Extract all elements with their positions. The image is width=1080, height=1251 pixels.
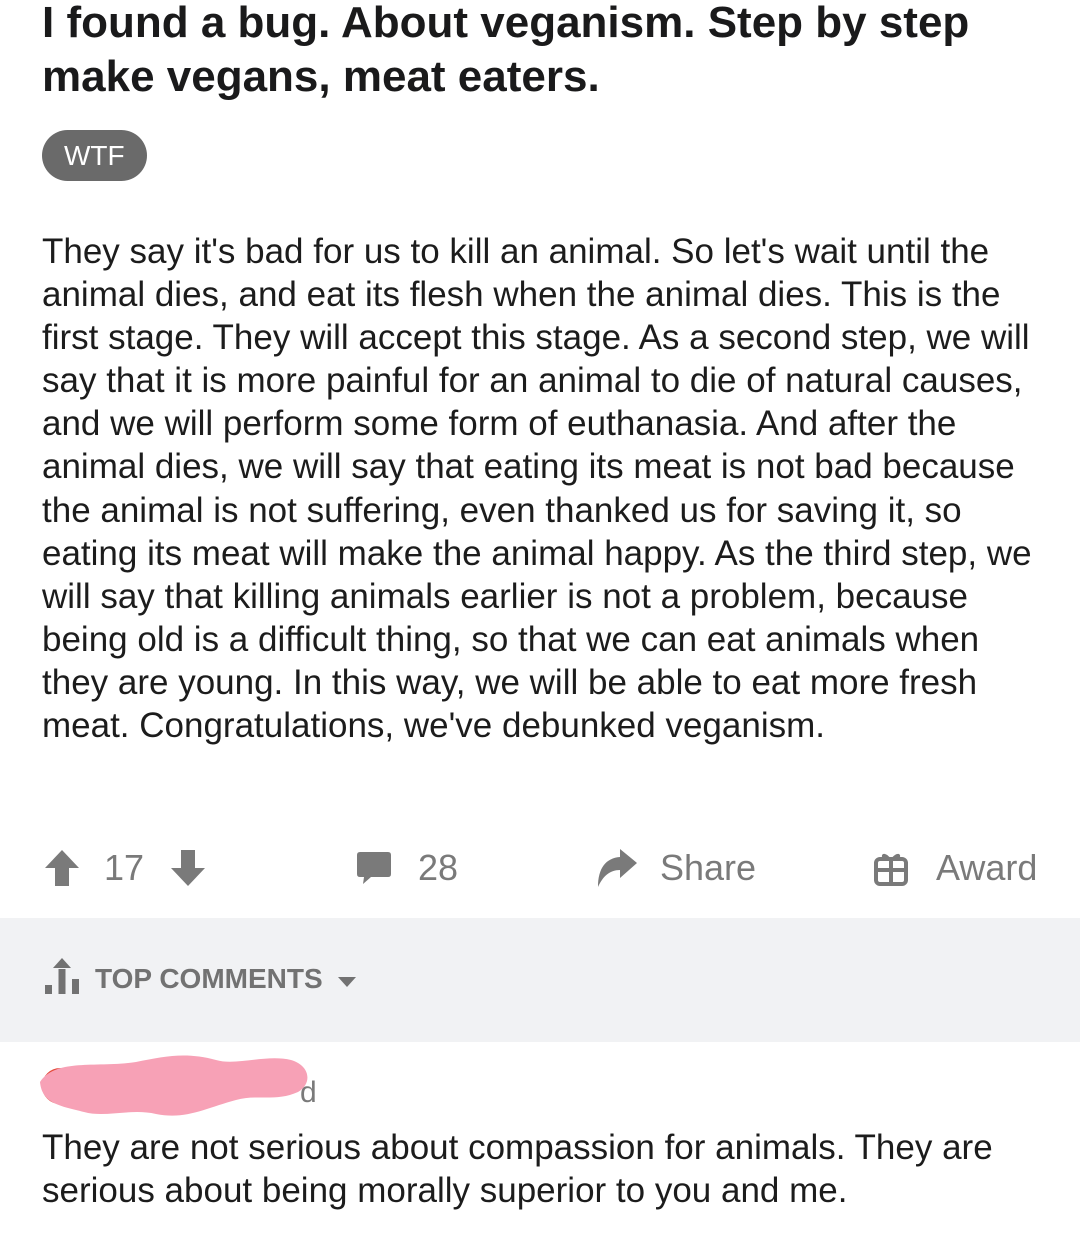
comments-button[interactable]: 28	[356, 838, 458, 898]
downvote-icon[interactable]	[170, 849, 206, 887]
sort-dropdown[interactable]: TOP COMMENTS	[44, 957, 357, 1002]
post-action-bar: 17 28 Share Award	[0, 838, 1080, 898]
sort-label: TOP COMMENTS	[95, 963, 323, 994]
bar-chart-up-icon	[44, 957, 80, 1002]
vote-group: 17	[44, 838, 206, 898]
post-flair-badge[interactable]: WTF	[42, 130, 147, 181]
redaction-scribble	[40, 1055, 308, 1116]
award-button[interactable]: Award	[874, 838, 1037, 898]
share-button[interactable]: Share	[596, 838, 756, 898]
vote-count: 17	[104, 847, 145, 888]
comment-text: They are not serious about compassion fo…	[42, 1128, 993, 1210]
comment-item: d They are not serious about compassion …	[0, 1042, 1080, 1251]
comment-sort-bar: TOP COMMENTS	[0, 918, 1080, 1042]
comment-count: 28	[418, 847, 459, 888]
post-body: They say it's bad for us to kill an anim…	[42, 232, 1032, 746]
share-arrow-icon	[596, 848, 638, 888]
share-label: Share	[660, 847, 757, 888]
speech-bubble-icon	[356, 850, 392, 886]
upvote-icon[interactable]	[44, 849, 80, 887]
caret-down-icon	[337, 963, 357, 995]
post-title: I found a bug. About veganism. Step by s…	[42, 0, 970, 101]
gift-icon	[874, 850, 908, 886]
award-label: Award	[936, 847, 1038, 888]
